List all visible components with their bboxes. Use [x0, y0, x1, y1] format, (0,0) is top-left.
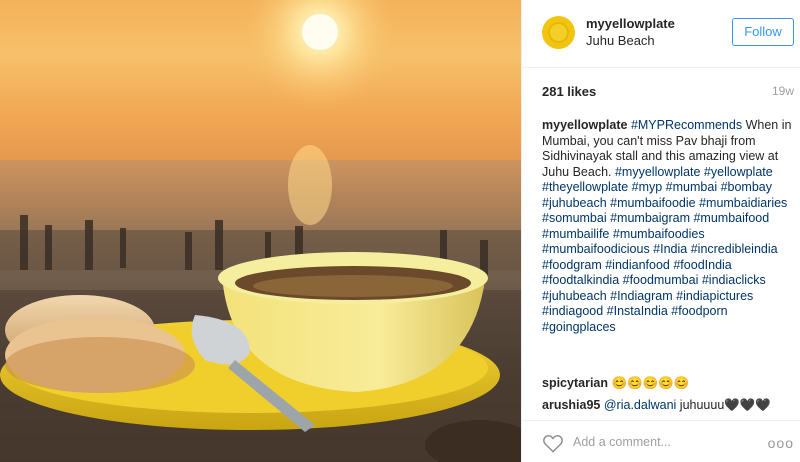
- more-options-icon[interactable]: ooo: [768, 435, 794, 451]
- post-side-panel: myyellowplate Juhu Beach Follow 281 like…: [522, 0, 800, 462]
- follow-button[interactable]: Follow: [732, 18, 794, 46]
- sunset-food-image: [0, 0, 521, 462]
- comment-mention[interactable]: @ria.dalwani: [604, 398, 676, 412]
- comment-item: spicytarian 😊😊😊😊😊: [542, 376, 798, 391]
- avatar-plate-icon: [548, 22, 569, 43]
- comment-item: arushia95 @ria.dalwani juhuuuu🖤🖤🖤: [542, 398, 798, 413]
- caption-hashtags: #myyellowplate #yellowplate #theyellowpl…: [542, 165, 787, 334]
- comment-footer: Add a comment... ooo: [522, 420, 800, 462]
- caption-hashtag[interactable]: #MYPRecommends: [631, 118, 742, 132]
- comment-username[interactable]: spicytarian: [542, 376, 608, 390]
- heart-icon[interactable]: [542, 433, 564, 453]
- caption: myyellowplate #MYPRecommends When in Mum…: [542, 118, 794, 335]
- post-photo[interactable]: [0, 0, 521, 462]
- hashtag-line[interactable]: #myyellowplate #yellowplate: [615, 165, 773, 179]
- comment-text: juhuuuu🖤🖤🖤: [679, 398, 771, 412]
- hashtag-line[interactable]: #theyellowplate #myp #mumbai: [542, 180, 717, 194]
- hashtag-line[interactable]: #mumbaigram #mumbaifood: [610, 211, 769, 225]
- comment-text: 😊😊😊😊😊: [611, 376, 690, 390]
- post-header: myyellowplate Juhu Beach Follow: [522, 0, 800, 68]
- hashtag-line[interactable]: #mumbailife #mumbaifoodies: [542, 227, 705, 241]
- header-username[interactable]: myyellowplate: [586, 16, 675, 31]
- likes-count[interactable]: 281 likes: [542, 84, 596, 99]
- caption-author[interactable]: myyellowplate: [542, 118, 627, 132]
- header-location[interactable]: Juhu Beach: [586, 33, 655, 48]
- post-age[interactable]: 19w: [772, 84, 794, 98]
- comment-username[interactable]: arushia95: [542, 398, 600, 412]
- add-comment-input[interactable]: Add a comment...: [573, 435, 671, 449]
- avatar[interactable]: [542, 16, 575, 49]
- hashtag-line[interactable]: #mumbaifoodicious #India: [542, 242, 687, 256]
